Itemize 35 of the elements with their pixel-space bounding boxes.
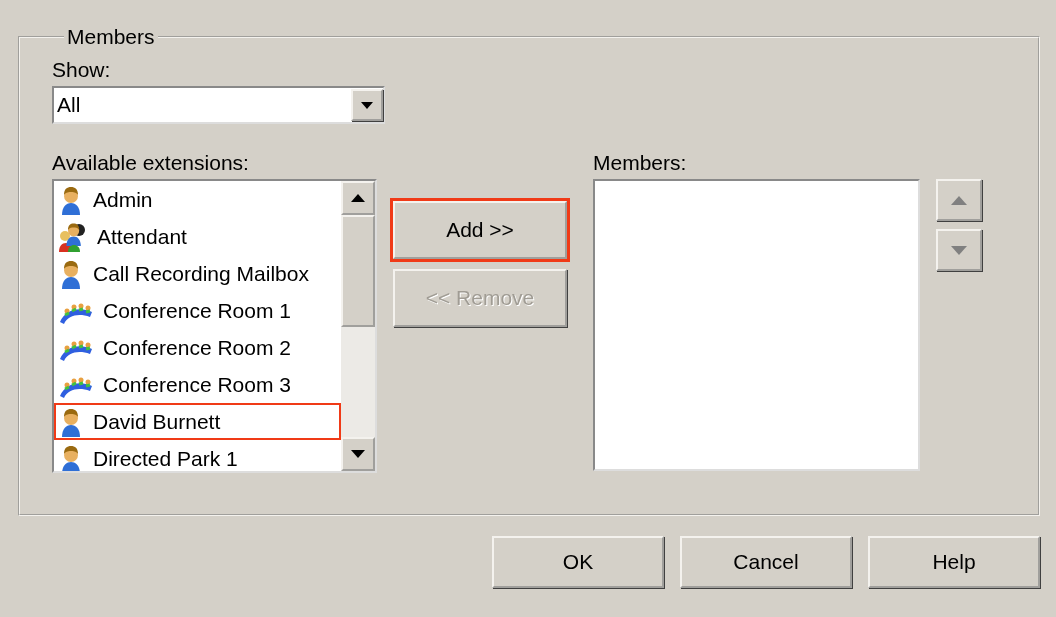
group-title: Members xyxy=(66,26,156,47)
caret-icon xyxy=(361,101,373,109)
scroll-down-button[interactable] xyxy=(341,437,375,472)
dialog-button[interactable]: Help xyxy=(868,536,1040,588)
dialog-button[interactable]: OK xyxy=(492,536,664,588)
add-button[interactable]: Add >> xyxy=(393,201,567,260)
show-dropdown[interactable]: All xyxy=(52,86,385,125)
list-item[interactable]: Directed Park 1 xyxy=(54,440,341,472)
list-item[interactable]: Conference Room 1 xyxy=(54,292,341,330)
dropdown-button[interactable] xyxy=(351,89,383,122)
scroll-thumb[interactable] xyxy=(341,215,375,328)
list-item[interactable]: Admin xyxy=(54,181,341,219)
extensions-list[interactable]: Admin Attendant Call Recording Mailbox Conference Room 1 Conference Room 2 Conference Room 3 David Burnett Directed Park 1 xyxy=(52,179,377,474)
list-item[interactable]: Call Recording Mailbox xyxy=(54,255,341,293)
scrollbar[interactable] xyxy=(341,181,375,472)
user-icon xyxy=(59,258,83,289)
user-icon xyxy=(59,184,83,215)
field-label: Show: xyxy=(52,57,112,83)
move-up-button[interactable] xyxy=(936,179,982,222)
user-icon xyxy=(59,443,83,472)
up-arrow-icon xyxy=(951,195,967,205)
list-item[interactable]: David Burnett xyxy=(54,403,341,441)
list-item[interactable]: Conference Room 2 xyxy=(54,329,341,367)
list-item[interactable]: Conference Room 3 xyxy=(54,366,341,404)
down-arrow-icon xyxy=(951,245,967,255)
list-label: Members: xyxy=(593,150,688,176)
up-arrow-icon xyxy=(351,194,365,203)
down-arrow-icon xyxy=(351,450,365,459)
scroll-up-button[interactable] xyxy=(341,181,375,216)
users-icon xyxy=(59,221,87,252)
user-icon xyxy=(59,406,83,437)
list-label: Available extensions: xyxy=(52,150,250,176)
list-item[interactable]: Attendant xyxy=(54,218,341,256)
dialog-button[interactable]: Cancel xyxy=(680,536,852,588)
move-down-button[interactable] xyxy=(936,229,982,272)
